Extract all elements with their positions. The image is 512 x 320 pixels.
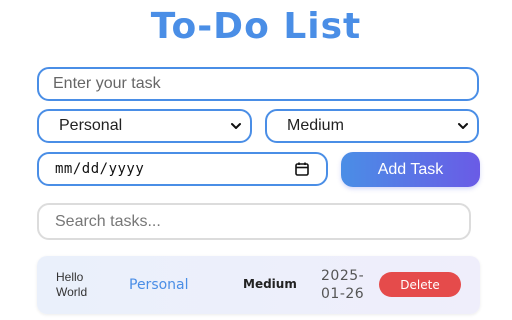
todo-app: To-Do List Personal Medium mm/dd/yyyy Ad… [0,0,512,320]
calendar-icon[interactable] [294,161,310,177]
task-name: Hello World [56,270,116,300]
chevron-down-icon [458,123,468,129]
category-select-value: Personal [59,117,123,134]
chevron-down-icon [231,123,241,129]
task-input-field[interactable] [37,67,479,101]
add-task-button[interactable]: Add Task [341,152,480,187]
task-input[interactable] [39,69,477,99]
task-name-line: World [56,285,88,299]
priority-select-value: Medium [287,117,344,134]
category-select[interactable]: Personal [37,109,252,143]
task-date: 2025- 01-26 [321,267,379,303]
priority-select[interactable]: Medium [265,109,479,143]
task-name-line: Hello [56,270,84,284]
page-title: To-Do List [150,6,362,47]
task-date-line: 2025- [321,268,365,284]
delete-button[interactable]: Delete [379,272,461,297]
task-date-line: 01-26 [321,286,365,302]
date-input-placeholder: mm/dd/yyyy [55,161,145,177]
search-input[interactable] [39,205,469,238]
search-field[interactable] [37,203,471,240]
task-item: Hello World Personal Medium 2025- 01-26 … [37,256,480,314]
task-priority: Medium [243,277,297,291]
task-category: Personal [129,277,189,293]
date-input[interactable]: mm/dd/yyyy [37,152,328,186]
